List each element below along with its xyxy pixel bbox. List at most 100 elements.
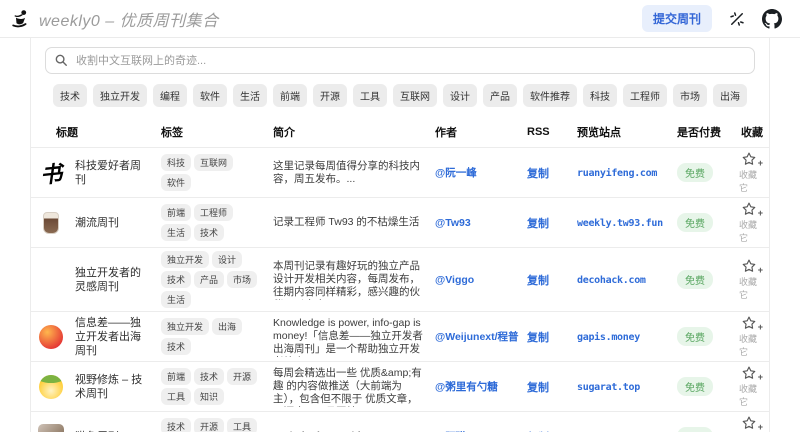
row-tags: 技术开源工具代码 (161, 418, 273, 432)
col-tags: 标签 (161, 124, 273, 140)
filter-tag[interactable]: 独立开发 (93, 84, 147, 107)
row-icon-cell (31, 212, 75, 234)
filter-tag[interactable]: 产品 (483, 84, 517, 107)
row-site-link[interactable]: sugarat.top (577, 382, 640, 393)
filter-tag[interactable]: 开源 (313, 84, 347, 107)
favorite-label: 收藏它 (739, 275, 759, 301)
col-rss: RSS (527, 126, 577, 138)
row-avatar-char: 书 (38, 155, 63, 189)
row-tag: 设计 (212, 251, 242, 268)
rss-copy-link[interactable]: 复制 (527, 275, 549, 287)
row-description: 每周会精选出一些 优质&amp;有趣 的内容做推送（大前端为主），包含但不限于 … (273, 367, 435, 407)
favorite-plus-icon: + (758, 208, 763, 218)
row-tags: 独立开发设计技术产品市场生活 (161, 251, 273, 308)
filter-tag[interactable]: 出海 (713, 84, 747, 107)
favorite-star-icon[interactable]: + (741, 315, 757, 331)
row-title: 视野修炼 – 技术周刊 (75, 373, 161, 401)
favorite-star-icon[interactable]: + (741, 201, 757, 217)
row-author-link[interactable]: @Weijunext/程普 (435, 331, 519, 343)
favorite-label: 收藏它 (739, 332, 759, 358)
row-description: 本周刊记录有趣好玩的独立产品设计开发相关内容，每周发布，往期内容同样精彩，感兴趣… (273, 260, 435, 300)
row-tags: 科技互联网软件 (161, 154, 273, 191)
rss-copy-link[interactable]: 复制 (527, 332, 549, 344)
search-input[interactable] (45, 47, 755, 74)
favorite-star-icon[interactable]: + (741, 151, 757, 167)
github-icon[interactable] (762, 9, 782, 29)
filter-tag[interactable]: 软件 (193, 84, 227, 107)
row-tag: 生活 (161, 291, 191, 308)
row-icon-cell (31, 424, 75, 432)
row-tags: 独立开发出海技术 (161, 318, 273, 355)
favorite-label: 收藏它 (739, 218, 759, 244)
table-row: 独立开发者的灵感周刊 独立开发设计技术产品市场生活 本周刊记录有趣好玩的独立产品… (31, 247, 769, 311)
favorite-label: 收藏它 (739, 168, 759, 194)
row-tag: 工具 (161, 388, 191, 405)
table-row: 视野修炼 – 技术周刊 前端技术开源工具知识 每周会精选出一些 优质&amp;有… (31, 361, 769, 411)
row-tag: 开源 (194, 418, 224, 432)
row-tag: 技术 (194, 368, 224, 385)
table-row: 信息差——独立开发者出海周刊 独立开发出海技术 Knowledge is pow… (31, 311, 769, 361)
filter-tag[interactable]: 生活 (233, 84, 267, 107)
filter-tag[interactable]: 编程 (153, 84, 187, 107)
paid-badge: 免费 (677, 377, 713, 396)
table-body: 书 科技爱好者周刊 科技互联网软件 这里记录每周值得分享的科技内容，周五发布。.… (31, 147, 769, 432)
row-site-link[interactable]: decohack.com (577, 275, 646, 286)
filter-tag[interactable]: 工具 (353, 84, 387, 107)
row-tag: 生活 (161, 224, 191, 241)
submit-weekly-button[interactable]: 提交周刊 (642, 5, 712, 32)
row-description: 这里记录每周值得分享的科技内容，周五发布。... (273, 160, 435, 186)
col-title: 标题 (31, 124, 161, 140)
rss-copy-link[interactable]: 复制 (527, 382, 549, 394)
paid-badge: 免费 (677, 270, 713, 289)
filter-tag[interactable]: 互联网 (393, 84, 437, 107)
rss-copy-link[interactable]: 复制 (527, 218, 549, 230)
row-tags: 前端工程师生活技术 (161, 204, 273, 241)
favorite-star-icon[interactable]: + (741, 365, 757, 381)
main-container: 技术独立开发编程软件生活前端开源工具互联网设计产品软件推荐科技工程师市场出海 标… (30, 38, 770, 432)
row-icon-cell: 书 (31, 157, 75, 189)
theme-toggle-icon[interactable] (728, 10, 746, 28)
filter-tag[interactable]: 市场 (673, 84, 707, 107)
app-logo-icon (10, 8, 32, 30)
row-tag: 科技 (161, 154, 191, 171)
row-site-link[interactable]: gapis.money (577, 332, 640, 343)
row-author-link[interactable]: @Viggo (435, 274, 474, 286)
filter-tag[interactable]: 设计 (443, 84, 477, 107)
row-tag: 技术 (161, 338, 191, 355)
row-tag: 开源 (227, 368, 257, 385)
row-tag: 出海 (212, 318, 242, 335)
filter-tags: 技术独立开发编程软件生活前端开源工具互联网设计产品软件推荐科技工程师市场出海 (31, 74, 769, 113)
row-site-link[interactable]: ruanyifeng.com (577, 168, 657, 179)
paid-badge: 免费 (677, 327, 713, 346)
row-tag: 技术 (194, 224, 224, 241)
row-site-link[interactable]: weekly.tw93.fun (577, 218, 663, 229)
row-tag: 前端 (161, 204, 191, 221)
filter-tag[interactable]: 工程师 (623, 84, 667, 107)
table-row: 猫鱼周刊 技术开源工具代码 Code for fun, and for ever… (31, 411, 769, 432)
row-tags: 前端技术开源工具知识 (161, 368, 273, 405)
row-avatar-fire (39, 325, 63, 349)
filter-tag[interactable]: 前端 (273, 84, 307, 107)
row-tag: 互联网 (194, 154, 233, 171)
favorite-plus-icon: + (758, 265, 763, 275)
filter-tag[interactable]: 软件推荐 (523, 84, 577, 107)
favorite-star-icon[interactable]: + (741, 258, 757, 274)
row-author-link[interactable]: @阮一峰 (435, 167, 477, 179)
search-icon (54, 53, 68, 72)
paid-badge: 免费 (677, 163, 713, 182)
row-tag: 工具 (227, 418, 257, 432)
rss-copy-link[interactable]: 复制 (527, 168, 549, 180)
row-icon-cell (31, 375, 75, 399)
favorite-plus-icon: + (758, 372, 763, 382)
filter-tag[interactable]: 技术 (53, 84, 87, 107)
favorite-star-icon[interactable]: + (741, 415, 757, 431)
filter-tag[interactable]: 科技 (583, 84, 617, 107)
row-description: 记录工程师 Tw93 的不枯燥生活 (273, 216, 435, 229)
row-tag: 知识 (194, 388, 224, 405)
row-author-link[interactable]: @粥里有勺糖 (435, 381, 498, 393)
col-paid: 是否付费 (677, 124, 739, 140)
app-header: weekly0 – 优质周刊集合 提交周刊 (0, 0, 800, 38)
search-bar (45, 47, 755, 74)
row-author-link[interactable]: @Tw93 (435, 217, 471, 229)
row-avatar-cup (43, 212, 59, 234)
